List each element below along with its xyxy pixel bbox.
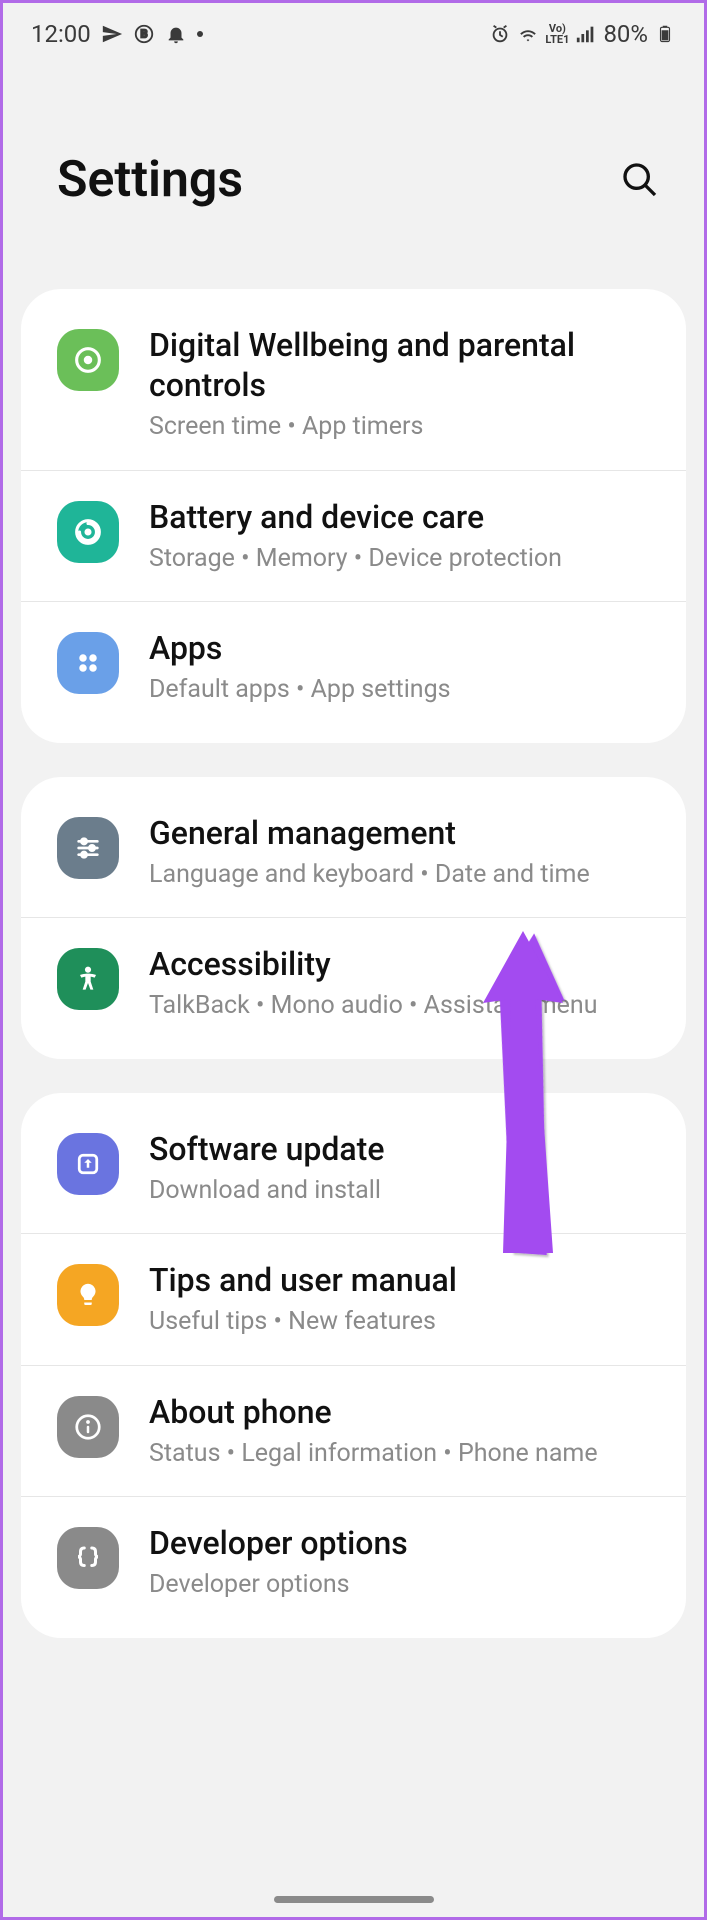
svg-text:B: B [140, 28, 147, 41]
wellbeing-icon [57, 329, 119, 391]
item-apps[interactable]: Apps Default apps • App settings [21, 602, 686, 733]
item-digital-wellbeing[interactable]: Digital Wellbeing and parental controls … [21, 299, 686, 471]
item-title: Developer options [149, 1523, 656, 1563]
settings-group-1: Digital Wellbeing and parental controls … [21, 289, 686, 743]
braces-icon [57, 1527, 119, 1589]
status-bar: 12:00 B Vo)LTE1 80% [3, 3, 704, 61]
status-right: Vo)LTE1 80% [489, 20, 676, 48]
settings-group-3: Software update Download and install Tip… [21, 1093, 686, 1638]
wifi-icon [517, 23, 539, 45]
settings-group-2: General management Language and keyboard… [21, 777, 686, 1059]
sliders-icon [57, 817, 119, 879]
item-title: About phone [149, 1392, 656, 1432]
signal-icon [575, 23, 597, 45]
item-subtitle: Download and install [149, 1175, 656, 1208]
apps-icon [57, 632, 119, 694]
item-title: Battery and device care [149, 497, 656, 537]
item-title: Tips and user manual [149, 1260, 656, 1300]
send-icon [101, 23, 123, 45]
item-accessibility[interactable]: Accessibility TalkBack • Mono audio • As… [21, 918, 686, 1049]
search-button[interactable] [616, 156, 664, 204]
bell-icon [165, 23, 187, 45]
item-subtitle: Developer options [149, 1569, 656, 1602]
item-title: General management [149, 813, 656, 853]
header: Settings [3, 61, 704, 289]
battery-percent: 80% [603, 20, 648, 48]
alarm-icon [489, 23, 511, 45]
page-title: Settings [57, 151, 243, 209]
item-tips[interactable]: Tips and user manual Useful tips • New f… [21, 1234, 686, 1366]
item-general-management[interactable]: General management Language and keyboard… [21, 787, 686, 919]
update-icon [57, 1133, 119, 1195]
item-subtitle: Useful tips • New features [149, 1306, 656, 1339]
status-time: 12:00 [31, 20, 91, 48]
item-software-update[interactable]: Software update Download and install [21, 1103, 686, 1235]
battery-care-icon [57, 501, 119, 563]
search-icon [620, 160, 660, 200]
item-title: Accessibility [149, 944, 656, 984]
more-dot-icon [197, 31, 203, 37]
item-subtitle: Screen time • App timers [149, 411, 656, 444]
item-subtitle: Default apps • App settings [149, 674, 656, 707]
volte-icon: Vo)LTE1 [545, 23, 569, 45]
item-subtitle: Language and keyboard • Date and time [149, 859, 656, 892]
item-battery-care[interactable]: Battery and device care Storage • Memory… [21, 471, 686, 603]
battery-icon [654, 23, 676, 45]
home-indicator[interactable] [274, 1896, 434, 1903]
item-about-phone[interactable]: About phone Status • Legal information •… [21, 1366, 686, 1498]
accessibility-icon [57, 948, 119, 1010]
item-developer-options[interactable]: Developer options Developer options [21, 1497, 686, 1628]
item-title: Software update [149, 1129, 656, 1169]
item-subtitle: TalkBack • Mono audio • Assistant menu [149, 990, 656, 1023]
info-icon [57, 1396, 119, 1458]
status-left: 12:00 B [31, 20, 203, 48]
item-title: Apps [149, 628, 656, 668]
lightbulb-icon [57, 1264, 119, 1326]
item-subtitle: Status • Legal information • Phone name [149, 1438, 656, 1471]
item-title: Digital Wellbeing and parental controls [149, 325, 656, 405]
item-subtitle: Storage • Memory • Device protection [149, 543, 656, 576]
circle-b-icon: B [133, 23, 155, 45]
